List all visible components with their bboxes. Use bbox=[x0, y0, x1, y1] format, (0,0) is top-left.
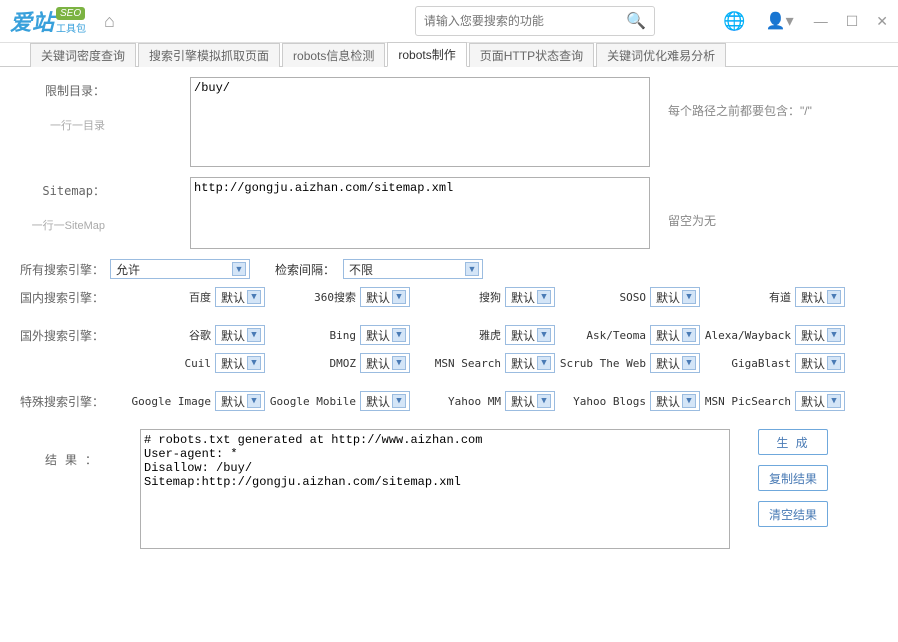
msn-select[interactable]: 默认▼ bbox=[505, 353, 555, 373]
copy-result-button[interactable]: 复制结果 bbox=[758, 465, 828, 491]
home-icon[interactable]: ⌂ bbox=[104, 11, 115, 32]
minimize-button[interactable]: — bbox=[814, 13, 828, 30]
alexa-select[interactable]: 默认▼ bbox=[795, 325, 845, 345]
cuil-select[interactable]: 默认▼ bbox=[215, 353, 265, 373]
soso-select[interactable]: 默认▼ bbox=[650, 287, 700, 307]
restrict-dir-input[interactable] bbox=[190, 77, 650, 167]
youdao-select[interactable]: 默认▼ bbox=[795, 287, 845, 307]
tab-http-status[interactable]: 页面HTTP状态查询 bbox=[469, 43, 594, 67]
sitemap-label: Sitemap： bbox=[20, 177, 105, 199]
google-select[interactable]: 默认▼ bbox=[215, 325, 265, 345]
special-engines-label: 特殊搜索引擎： bbox=[20, 393, 120, 410]
yahoo-mm-select[interactable]: 默认▼ bbox=[505, 391, 555, 411]
user-icon[interactable]: 👤▾ bbox=[766, 11, 794, 31]
bing-select[interactable]: 默认▼ bbox=[360, 325, 410, 345]
result-label: 结果： bbox=[20, 429, 105, 468]
google-mobile-select[interactable]: 默认▼ bbox=[360, 391, 410, 411]
restrict-dir-label: 限制目录： bbox=[20, 77, 105, 99]
tab-robots-check[interactable]: robots信息检测 bbox=[282, 43, 385, 67]
interval-label: 检索间隔： bbox=[275, 261, 335, 278]
tab-crawler-sim[interactable]: 搜索引擎模拟抓取页面 bbox=[138, 43, 280, 67]
clear-result-button[interactable]: 清空结果 bbox=[758, 501, 828, 527]
baidu-select[interactable]: 默认▼ bbox=[215, 287, 265, 307]
gigablast-select[interactable]: 默认▼ bbox=[795, 353, 845, 373]
msn-pic-select[interactable]: 默认▼ bbox=[795, 391, 845, 411]
dmoz-select[interactable]: 默认▼ bbox=[360, 353, 410, 373]
chevron-down-icon: ▼ bbox=[465, 262, 479, 276]
close-button[interactable]: ✕ bbox=[876, 13, 888, 30]
scrub-select[interactable]: 默认▼ bbox=[650, 353, 700, 373]
search-box[interactable]: 🔍 bbox=[415, 6, 655, 36]
all-engines-select[interactable]: 允许▼ bbox=[110, 259, 250, 279]
sogou-select[interactable]: 默认▼ bbox=[505, 287, 555, 307]
restrict-dir-hint: 每个路径之前都要包含："/" bbox=[668, 77, 812, 119]
search-input[interactable] bbox=[424, 14, 626, 28]
ask-select[interactable]: 默认▼ bbox=[650, 325, 700, 345]
chevron-down-icon: ▼ bbox=[232, 262, 246, 276]
app-logo: 爱站 SEO 工具包 bbox=[10, 5, 86, 37]
search-icon[interactable]: 🔍 bbox=[626, 11, 646, 31]
interval-select[interactable]: 不限▼ bbox=[343, 259, 483, 279]
yahoo-blogs-select[interactable]: 默认▼ bbox=[650, 391, 700, 411]
foreign-engines-label: 国外搜索引擎： bbox=[20, 327, 120, 344]
360-select[interactable]: 默认▼ bbox=[360, 287, 410, 307]
generate-button[interactable]: 生 成 bbox=[758, 429, 828, 455]
tabs: 关键词密度查询 搜索引擎模拟抓取页面 robots信息检测 robots制作 页… bbox=[0, 43, 898, 67]
globe-icon[interactable]: 🌐 bbox=[723, 11, 745, 32]
tab-keyword-difficulty[interactable]: 关键词优化难易分析 bbox=[596, 43, 726, 67]
tab-robots-create[interactable]: robots制作 bbox=[387, 42, 466, 67]
restrict-dir-sublabel: 一行一目录 bbox=[20, 117, 105, 133]
yahoo-select[interactable]: 默认▼ bbox=[505, 325, 555, 345]
sitemap-hint: 留空为无 bbox=[668, 177, 716, 229]
google-image-select[interactable]: 默认▼ bbox=[215, 391, 265, 411]
maximize-button[interactable]: ☐ bbox=[846, 13, 859, 30]
tab-keyword-density[interactable]: 关键词密度查询 bbox=[30, 43, 136, 67]
all-engines-label: 所有搜索引擎： bbox=[20, 261, 110, 278]
sitemap-sublabel: 一行一SiteMap bbox=[20, 217, 105, 233]
sitemap-input[interactable] bbox=[190, 177, 650, 249]
result-output[interactable] bbox=[140, 429, 730, 549]
domestic-engines-label: 国内搜索引擎： bbox=[20, 289, 120, 306]
